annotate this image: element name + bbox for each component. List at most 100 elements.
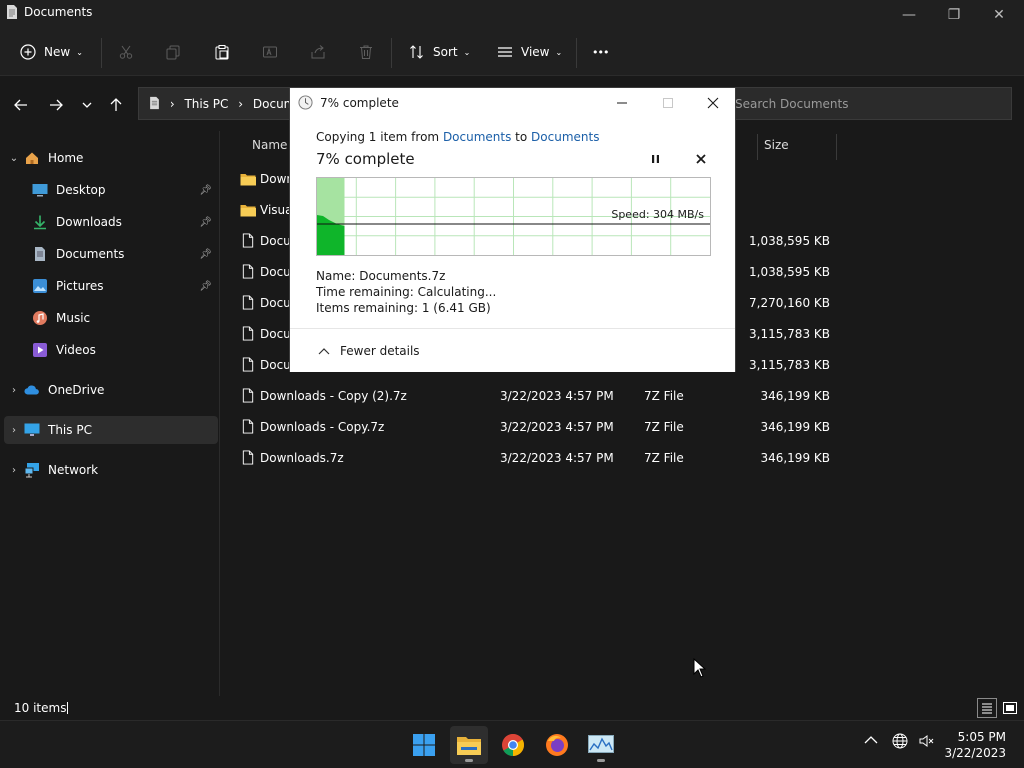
- dialog-title-bar[interactable]: 7% complete: [290, 88, 737, 118]
- sidebar-item-label: Desktop: [56, 183, 106, 197]
- copy-icon[interactable]: [165, 38, 181, 66]
- music-icon: [32, 310, 48, 326]
- pause-icon: [651, 155, 659, 163]
- forward-button[interactable]: [44, 93, 68, 117]
- sidebar-item-label: Videos: [56, 343, 96, 357]
- column-header-name[interactable]: Name: [252, 138, 287, 164]
- chevron-down-icon: ⌄: [76, 47, 83, 57]
- rename-icon[interactable]: [262, 38, 278, 66]
- network-icon: [24, 462, 40, 478]
- destination-folder-link[interactable]: Documents: [531, 130, 599, 144]
- resource-monitor-icon: [588, 735, 614, 753]
- items-remaining-line: Items remaining: 1 (6.41 GB): [316, 301, 491, 315]
- sidebar-item-videos[interactable]: Videos: [12, 336, 218, 364]
- paste-icon[interactable]: [214, 38, 230, 66]
- sort-button[interactable]: Sort ⌄: [409, 38, 470, 66]
- network-status-button[interactable]: [892, 733, 908, 753]
- system-clock[interactable]: 5:05 PM 3/22/2023: [944, 729, 1006, 761]
- see-more-button[interactable]: •••: [592, 38, 609, 66]
- navigation-pane: ⌄ Home Desktop 📌︎ Downloads 📌︎ Documents…: [0, 131, 220, 696]
- taskbar-resource-monitor[interactable]: [582, 726, 620, 764]
- time-remaining-line: Time remaining: Calculating...: [316, 285, 497, 299]
- fewer-details-button[interactable]: Fewer details: [318, 344, 420, 358]
- sidebar-item-onedrive[interactable]: › OneDrive: [4, 376, 218, 404]
- dialog-title: 7% complete: [320, 96, 399, 110]
- chevron-down-icon: ⌄: [463, 47, 471, 57]
- cancel-button[interactable]: [692, 150, 710, 168]
- source-folder-link[interactable]: Documents: [443, 130, 511, 144]
- sidebar-item-network[interactable]: › Network: [4, 456, 218, 484]
- sidebar-item-documents[interactable]: Documents 📌︎: [12, 240, 218, 268]
- taskbar-firefox[interactable]: [538, 726, 576, 764]
- close-icon: [707, 97, 719, 109]
- taskbar-file-explorer[interactable]: [450, 726, 488, 764]
- chevron-right-icon[interactable]: ›: [4, 425, 24, 436]
- address-bar[interactable]: › This PC › Documents: [138, 87, 321, 120]
- minimize-button[interactable]: —: [886, 0, 932, 30]
- pin-icon: 📌︎: [199, 184, 212, 196]
- file-icon: [242, 295, 254, 310]
- up-button[interactable]: [104, 93, 128, 117]
- close-icon: [696, 154, 706, 164]
- taskbar-chrome[interactable]: [494, 726, 532, 764]
- command-bar: New ⌄ Sort ⌄ View ⌄ •••: [0, 30, 1024, 76]
- pin-icon: 📌︎: [199, 280, 212, 292]
- new-button[interactable]: New ⌄: [20, 38, 83, 66]
- sidebar-item-label: Network: [48, 463, 99, 477]
- sidebar-item-music[interactable]: Music: [12, 304, 218, 332]
- status-bar: 10 items: [0, 696, 1024, 720]
- sidebar-item-pictures[interactable]: Pictures 📌︎: [12, 272, 218, 300]
- pin-icon: 📌︎: [199, 216, 212, 228]
- pause-button[interactable]: [646, 150, 664, 168]
- title-bar[interactable]: Documents — ❐ ✕: [0, 0, 1024, 30]
- column-header-size[interactable]: Size: [764, 138, 789, 164]
- sidebar-item-desktop[interactable]: Desktop 📌︎: [12, 176, 218, 204]
- search-input[interactable]: Search Documents: [712, 87, 1012, 120]
- transfer-details: Name: Documents.7z Time remaining: Calcu…: [316, 268, 496, 316]
- chevron-down-icon: [82, 102, 92, 108]
- recent-locations-button[interactable]: [75, 93, 99, 117]
- column-divider[interactable]: [836, 134, 837, 160]
- file-date: 3/22/2023 4:57 PM: [500, 451, 614, 465]
- file-row[interactable]: Downloads - Copy.7z 3/22/2023 4:57 PM 7Z F…: [236, 411, 846, 442]
- file-row[interactable]: Downloads - Copy (2).7z 3/22/2023 4:57 PM…: [236, 380, 846, 411]
- breadcrumb-this-pc[interactable]: This PC: [184, 97, 228, 111]
- sidebar-item-home[interactable]: ⌄ Home: [4, 144, 218, 172]
- arrow-up-icon: [110, 98, 122, 111]
- close-button[interactable]: ✕: [976, 0, 1022, 30]
- new-label: New: [44, 45, 71, 59]
- maximize-button[interactable]: ❐: [931, 0, 977, 30]
- chevron-down-icon[interactable]: ⌄: [4, 153, 24, 164]
- separator: [391, 38, 392, 68]
- chevron-right-icon[interactable]: ›: [4, 465, 24, 476]
- file-row[interactable]: Downloads.7z 3/22/2023 4:57 PM 7Z File 346,…: [236, 442, 846, 473]
- chevron-right-icon[interactable]: ›: [4, 385, 24, 396]
- share-icon[interactable]: [310, 38, 326, 66]
- details-view-icon: [982, 703, 992, 714]
- cloud-icon: [24, 382, 40, 398]
- view-button[interactable]: View ⌄: [497, 38, 562, 66]
- start-button[interactable]: [405, 726, 443, 764]
- back-button[interactable]: [9, 93, 33, 117]
- dialog-minimize-button[interactable]: [599, 88, 645, 118]
- show-hidden-icons-button[interactable]: [864, 733, 878, 749]
- view-icon: [498, 47, 512, 57]
- file-icon: [242, 450, 254, 465]
- details-view-button[interactable]: [977, 698, 997, 718]
- document-icon: [7, 5, 17, 19]
- volume-button[interactable]: [918, 733, 934, 753]
- firefox-icon: [546, 734, 568, 756]
- dialog-close-button[interactable]: [690, 88, 736, 118]
- arrow-right-icon: [50, 99, 63, 111]
- sidebar-item-this-pc[interactable]: › This PC: [4, 416, 218, 444]
- large-icons-view-button[interactable]: [1000, 698, 1020, 718]
- delete-icon[interactable]: [358, 38, 374, 66]
- sidebar-item-downloads[interactable]: Downloads 📌︎: [12, 208, 218, 236]
- breadcrumb-separator-icon: ›: [238, 97, 244, 111]
- sidebar-item-label: OneDrive: [48, 383, 105, 397]
- file-name-line: Name: Documents.7z: [316, 269, 446, 283]
- column-divider[interactable]: [757, 134, 758, 160]
- cut-icon[interactable]: [118, 38, 134, 66]
- file-size: 3,115,783 KB: [749, 327, 830, 341]
- running-indicator: [597, 759, 605, 762]
